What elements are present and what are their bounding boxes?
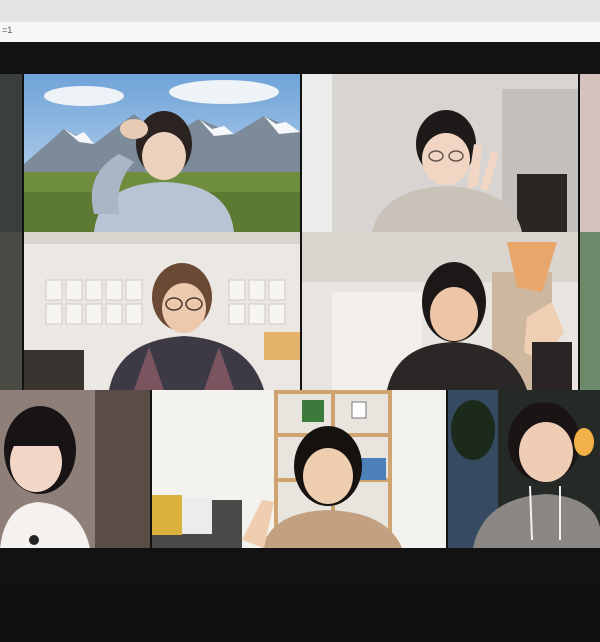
video-tile-wave[interactable]: [302, 232, 578, 390]
video-gallery: [0, 42, 600, 642]
video-tile-partial-right-2[interactable]: [580, 232, 600, 390]
meeting-toolbar: [0, 590, 600, 642]
video-tile-partial-left-1[interactable]: [0, 74, 22, 232]
browser-address-bar[interactable]: =1: [0, 22, 600, 43]
browser-titlebar: [0, 0, 600, 22]
video-tile-partial-right-1[interactable]: [580, 74, 600, 232]
video-tile-bangs-hoodie[interactable]: [0, 390, 150, 548]
video-tile-partial-left-2[interactable]: [0, 232, 22, 390]
video-tile-office-background[interactable]: [24, 232, 300, 390]
video-tile-mountain-background[interactable]: [24, 74, 300, 232]
video-tile-peace-sign[interactable]: [302, 74, 578, 232]
address-text: =1: [2, 25, 13, 35]
video-tile-shelf-background[interactable]: [152, 390, 446, 548]
video-tile-hoodie-earphones[interactable]: [448, 390, 600, 548]
